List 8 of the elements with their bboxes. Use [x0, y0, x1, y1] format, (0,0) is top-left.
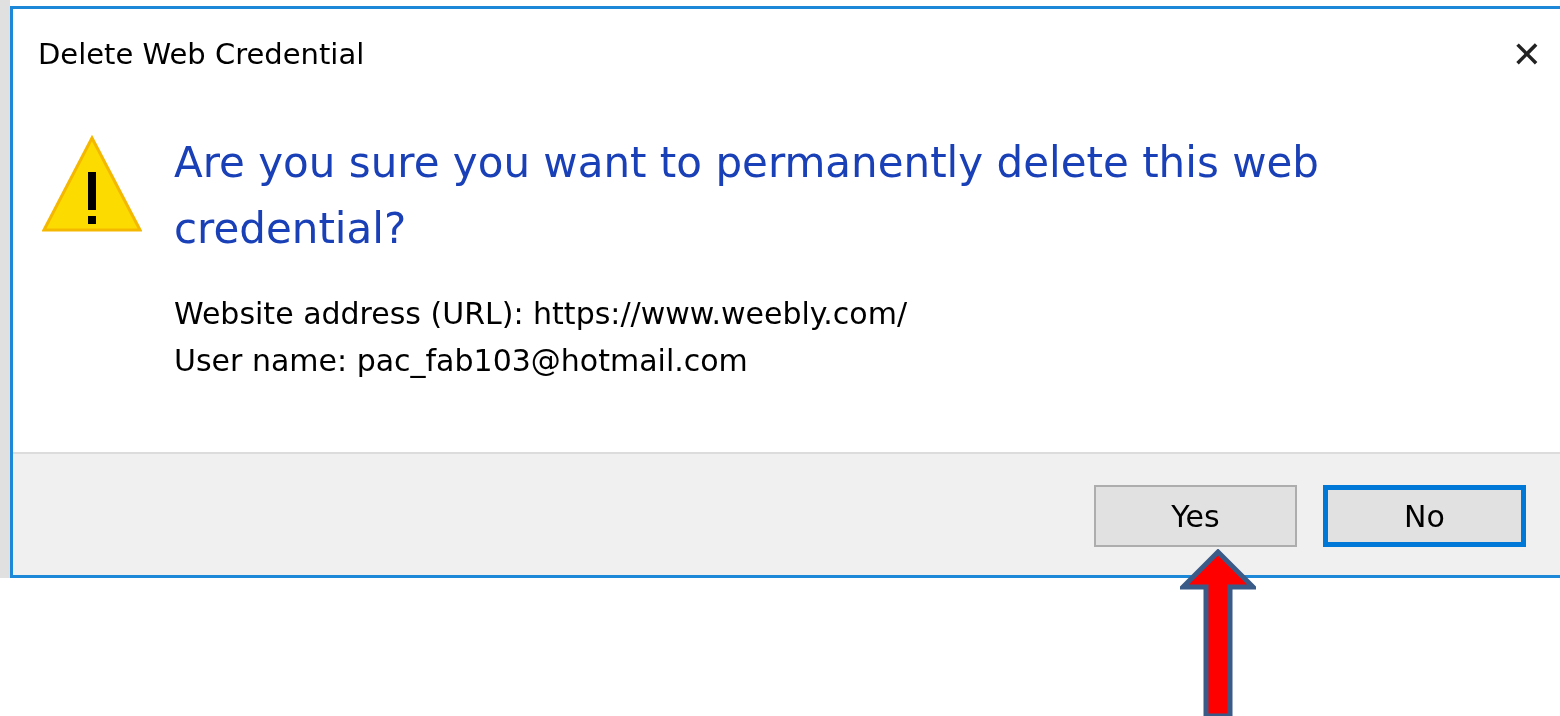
close-button[interactable]: ✕: [1511, 33, 1542, 75]
warning-icon: [42, 134, 142, 234]
detail-text: User name: pac_fab103@hotmail.com: [174, 342, 749, 380]
dialog-button[interactable]: Yes: [1094, 485, 1297, 547]
dialog-question: Are you sure you want to permanently delete this web credential?: [174, 137, 1320, 255]
dialog-button[interactable]: No: [1323, 485, 1526, 547]
window-title: Delete Web Credential: [38, 37, 365, 71]
detail-text: Website address (URL): https://www.weebly.com/: [174, 295, 909, 333]
